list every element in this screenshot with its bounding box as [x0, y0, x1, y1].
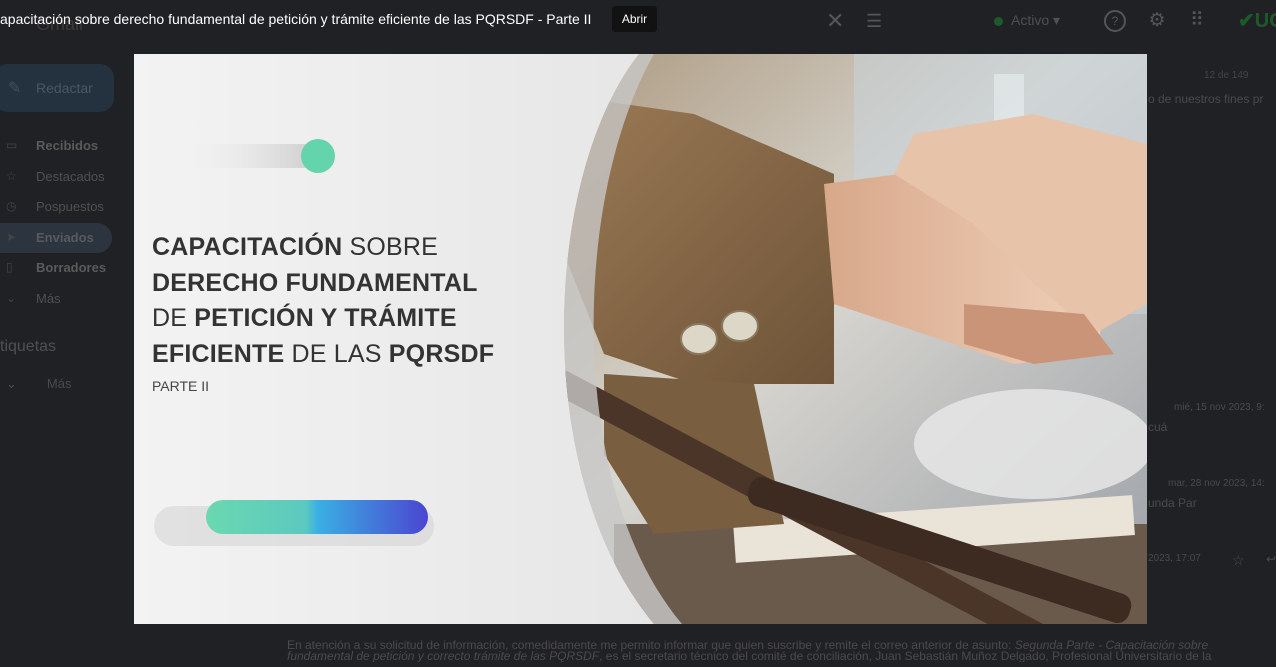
sidebar-item-label: Recibidos [36, 138, 99, 153]
draft-icon: ▯ [6, 260, 13, 274]
chevron-down-icon: ⌄ [6, 290, 17, 305]
email-body: En atención a su solicitud de informació… [287, 640, 1276, 662]
slide-title-bold: PETICIÓN [194, 304, 314, 332]
labels-more-button[interactable]: ⌄ Más [6, 376, 71, 392]
sidebar-item-label: Más [36, 290, 61, 306]
slide-subtitle: PARTE II [152, 378, 210, 394]
slide-title-line: CAPACITACIÓN SOBRE [152, 230, 572, 266]
inbox-icon: ▭ [6, 138, 18, 152]
slide-title-line: DERECHO FUNDAMENTAL [152, 266, 572, 302]
email-snippet: cuá [1148, 420, 1168, 434]
email-date: mar, 28 nov 2023, 14: [1168, 478, 1265, 489]
slide-title-bold: DERECHO FUNDAMENTAL [152, 268, 478, 297]
sidebar-item-label: Pospuestos [36, 199, 104, 214]
compose-button[interactable]: ✎ Redactar [0, 64, 114, 112]
clock-icon: ◷ [6, 199, 17, 213]
sidebar-item-destacados[interactable]: ☆ Destacados [0, 162, 112, 193]
email-body-line: fundamental de petición y correcto trámi… [287, 649, 1276, 662]
slide-title-text: DE [152, 304, 195, 332]
sidebar-nav: ▭ Recibidos ☆ Destacados ◷ Pospuestos ➤ … [0, 131, 112, 314]
chevron-down-icon: ⌄ [6, 376, 17, 391]
message-count: 12 de 149 [1204, 70, 1249, 81]
slide-title-bold: CAPACITACIÓN [152, 233, 343, 261]
star-icon[interactable]: ☆ [1232, 552, 1245, 569]
slide-title-bold: EFICIENTE [152, 339, 285, 368]
sidebar-item-enviados[interactable]: ➤ Enviados [0, 222, 112, 253]
send-icon: ➤ [6, 229, 17, 244]
email-snippet: o de nuestros fines pr [1148, 92, 1264, 106]
labels-heading: tiquetas [0, 338, 57, 355]
slide-title: CAPACITACIÓN SOBRE DERECHO FUNDAMENTAL D… [152, 230, 572, 372]
sidebar-item-borradores[interactable]: ▯ Borradores [0, 253, 112, 284]
sidebar-item-recibidos[interactable]: ▭ Recibidos [0, 131, 112, 162]
video-preview[interactable]: CAPACITACIÓN SOBRE DERECHO FUNDAMENTAL D… [134, 54, 1147, 624]
sidebar-item-pospuestos[interactable]: ◷ Pospuestos [0, 192, 112, 223]
sidebar-item-label: Enviados [36, 229, 94, 245]
email-date: 2023, 17:07 [1148, 553, 1201, 564]
star-icon: ☆ [6, 168, 17, 183]
compose-label: Redactar [36, 80, 93, 96]
email-body-text: , es el secretario técnico del comité de… [599, 649, 1212, 662]
pencil-icon: ✎ [8, 80, 22, 97]
email-date: mié, 15 nov 2023, 9: [1174, 402, 1265, 413]
sidebar-item-label: Borradores [36, 260, 107, 275]
attachment-title: apacitación sobre derecho fundamental de… [0, 11, 592, 27]
attachment-viewer-bar: apacitación sobre derecho fundamental de… [0, 0, 1276, 40]
slide-title-line: DE PETICIÓN Y TRÁMITE [152, 301, 572, 337]
slide-title-bold: PQRSDF [388, 339, 495, 368]
slide-title-text: SOBRE [342, 233, 439, 261]
open-button[interactable]: Abrir [612, 6, 657, 32]
labels-more-label: Más [46, 376, 72, 391]
sidebar-item-mas[interactable]: ⌄ Más [0, 284, 112, 315]
email-snippet: unda Par [1148, 496, 1197, 510]
email-body-italic: fundamental de petición y correcto trámi… [287, 649, 600, 662]
slide-title-text: DE LAS [284, 339, 389, 368]
slide-title-bold: Y TRÁMITE [313, 304, 457, 332]
sidebar-item-label: Destacados [36, 168, 105, 184]
slide-title-line: EFICIENTE DE LAS PQRSDF [152, 337, 572, 373]
reply-icon[interactable]: ↩ [1266, 552, 1276, 566]
